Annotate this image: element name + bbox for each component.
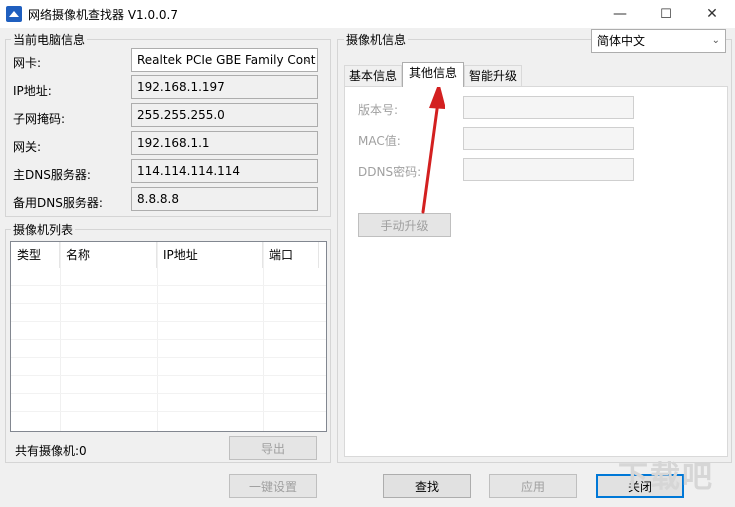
camera-count: 共有摄像机:0 <box>15 444 87 458</box>
chevron-down-icon: ⌄ <box>303 54 312 65</box>
chevron-down-icon: ⌄ <box>711 35 720 46</box>
grid-line <box>11 393 326 394</box>
column-divider <box>263 242 264 431</box>
title-bar: 网络摄像机查找器 V1.0.0.7 — ☐ ✕ <box>0 0 735 28</box>
version-field[interactable] <box>463 96 634 119</box>
ip-label: IP地址: <box>13 84 52 98</box>
gateway-field[interactable]: 192.168.1.1 <box>131 131 318 155</box>
pc-info-group-label: 当前电脑信息 <box>11 31 88 48</box>
grid-line <box>11 339 326 340</box>
column-divider <box>157 242 158 431</box>
watermark-logo: 下载吧 <box>618 460 714 495</box>
column-header-ip[interactable]: IP地址 <box>157 242 263 268</box>
gateway-label: 网关: <box>13 140 42 154</box>
apply-button[interactable]: 应用 <box>489 474 577 498</box>
window-title: 网络摄像机查找器 V1.0.0.7 <box>28 8 179 22</box>
manual-upgrade-button[interactable]: 手动升级 <box>358 213 451 237</box>
camera-list-table[interactable]: 类型 名称 IP地址 端口 <box>10 241 327 432</box>
dns2-label: 备用DNS服务器: <box>13 196 103 210</box>
nic-select[interactable]: Realtek PCIe GBE Family Cont ⌄ <box>131 48 318 72</box>
ip-field[interactable]: 192.168.1.197 <box>131 75 318 99</box>
app-camera-icon <box>6 6 22 22</box>
tab-smart-upgrade[interactable]: 智能升级 <box>464 65 522 87</box>
grid-line <box>11 375 326 376</box>
red-arrow-annotation <box>421 82 445 214</box>
camera-list-group-label: 摄像机列表 <box>11 221 76 238</box>
export-button[interactable]: 导出 <box>229 436 317 460</box>
nic-select-value: Realtek PCIe GBE Family Cont <box>137 53 316 67</box>
grid-line <box>11 357 326 358</box>
grid-line <box>11 411 326 412</box>
search-button[interactable]: 查找 <box>383 474 471 498</box>
maximize-button[interactable]: ☐ <box>643 0 689 28</box>
ddns-field[interactable] <box>463 158 634 181</box>
nic-label: 网卡: <box>13 56 42 70</box>
grid-line <box>11 285 326 286</box>
language-select[interactable]: 简体中文 ⌄ <box>591 29 726 53</box>
dns1-label: 主DNS服务器: <box>13 168 91 182</box>
tab-other-info[interactable]: 其他信息 <box>402 62 464 87</box>
camera-info-group-label: 摄像机信息 <box>344 31 409 48</box>
column-divider <box>60 242 61 431</box>
grid-line <box>11 303 326 304</box>
column-header-type[interactable]: 类型 <box>11 242 60 268</box>
minimize-button[interactable]: — <box>597 0 643 28</box>
close-window-button[interactable]: ✕ <box>689 0 735 28</box>
one-click-setup-button[interactable]: 一键设置 <box>229 474 317 498</box>
mac-field[interactable] <box>463 127 634 150</box>
mask-field[interactable]: 255.255.255.0 <box>131 103 318 127</box>
dns1-field[interactable]: 114.114.114.114 <box>131 159 318 183</box>
grid-line <box>11 321 326 322</box>
dns2-field[interactable]: 8.8.8.8 <box>131 187 318 211</box>
version-label: 版本号: <box>358 103 399 117</box>
column-header-port[interactable]: 端口 <box>263 242 319 268</box>
mac-label: MAC值: <box>358 134 401 148</box>
mask-label: 子网掩码: <box>13 112 66 126</box>
language-select-value: 简体中文 <box>597 34 646 48</box>
tab-basic-info[interactable]: 基本信息 <box>344 65 402 87</box>
ddns-label: DDNS密码: <box>358 165 422 179</box>
column-header-name[interactable]: 名称 <box>60 242 157 268</box>
